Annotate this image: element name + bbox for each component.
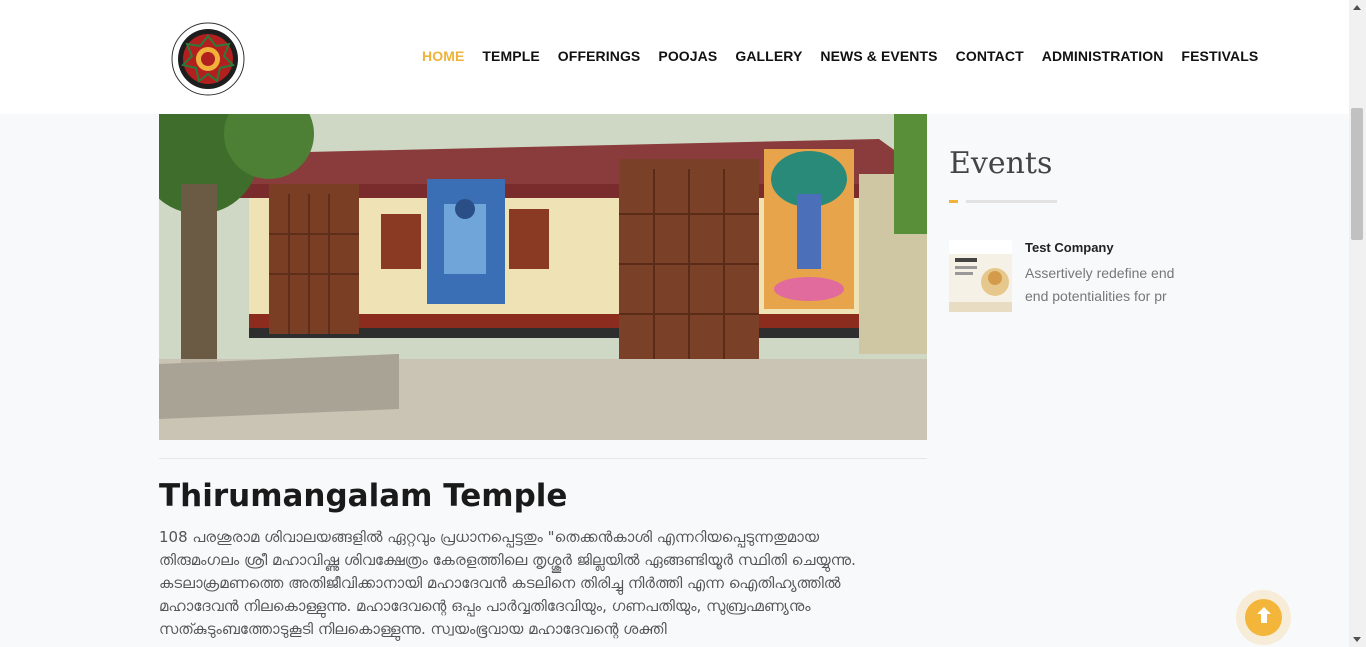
events-heading: Events (949, 146, 1053, 181)
temple-logo[interactable] (171, 22, 245, 96)
content-divider (159, 458, 927, 459)
page-title: Thirumangalam Temple (159, 478, 568, 514)
temple-description: 108 പരശുരാമ ശിവാലയങ്ങളിൽ ഏറ്റവും പ്രധാനപ… (159, 528, 856, 638)
event-thumbnail[interactable] (949, 240, 1012, 312)
heading-underline (966, 200, 1057, 203)
page-scrollbar[interactable] (1349, 0, 1366, 647)
back-to-top-circle[interactable] (1245, 599, 1282, 636)
temple-photo (159, 114, 927, 440)
nav-item-poojas[interactable]: POOJAS (658, 48, 717, 64)
back-to-top-button[interactable] (1236, 590, 1291, 645)
nav-item-news-events[interactable]: NEWS & EVENTS (820, 48, 937, 64)
nav-item-administration[interactable]: ADMINISTRATION (1042, 48, 1164, 64)
nav-item-home[interactable]: HOME (422, 48, 464, 64)
event-item[interactable]: Test Company Assertively redefine end en… (949, 238, 1189, 318)
nav-item-contact[interactable]: CONTACT (956, 48, 1024, 64)
arrow-up-icon (1256, 606, 1272, 629)
event-description: Assertively redefine end end potentialit… (1025, 265, 1175, 304)
nav-item-festivals[interactable]: FESTIVALS (1181, 48, 1258, 64)
heading-accent-line (949, 200, 958, 203)
nav-item-temple[interactable]: TEMPLE (482, 48, 539, 64)
scroll-up-arrow-icon[interactable] (1353, 5, 1361, 10)
scroll-down-arrow-icon[interactable] (1353, 637, 1361, 642)
event-title[interactable]: Test Company (1025, 240, 1114, 255)
scrollbar-thumb[interactable] (1351, 108, 1363, 240)
main-nav: HOME TEMPLE OFFERINGS POOJAS GALLERY NEW… (422, 48, 1276, 64)
nav-item-gallery[interactable]: GALLERY (735, 48, 802, 64)
site-header: HOME TEMPLE OFFERINGS POOJAS GALLERY NEW… (0, 0, 1349, 114)
nav-item-offerings[interactable]: OFFERINGS (558, 48, 641, 64)
